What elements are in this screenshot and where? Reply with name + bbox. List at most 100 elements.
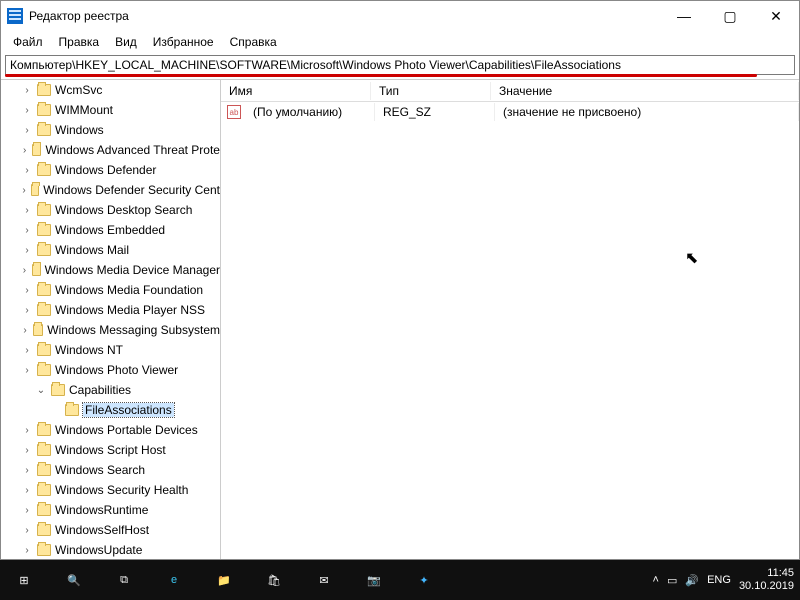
chevron-right-icon[interactable]: › xyxy=(21,364,33,376)
maximize-button[interactable]: ▢ xyxy=(707,1,753,31)
chevron-right-icon[interactable]: › xyxy=(21,84,33,96)
tree-pane[interactable]: ›WcmSvc›WIMMount›Windows›Windows Advance… xyxy=(1,80,221,559)
tree-item-label: Windows Messaging Subsystem xyxy=(47,323,220,337)
tree-item[interactable]: ›Windows Defender xyxy=(1,160,220,180)
chevron-right-icon[interactable]: › xyxy=(21,504,33,516)
tray-speaker-icon[interactable]: 🔊 xyxy=(685,574,699,587)
tree-item[interactable]: ›Windows xyxy=(1,120,220,140)
window-controls: — ▢ ✕ xyxy=(661,1,799,31)
tree-item[interactable]: ›Windows Photo Viewer xyxy=(1,360,220,380)
folder-icon xyxy=(37,304,51,316)
tree-item-label: Windows Search xyxy=(55,463,145,477)
tree-item[interactable]: ›Windows Media Player NSS xyxy=(1,300,220,320)
tree-item-label: Windows Portable Devices xyxy=(55,423,198,437)
folder-icon xyxy=(33,324,43,336)
tree-item[interactable]: ⌄Capabilities xyxy=(1,380,220,400)
tree-item[interactable]: ›Windows Defender Security Cent xyxy=(1,180,220,200)
taskbar-camera-icon[interactable]: 📷 xyxy=(350,560,398,600)
chevron-right-icon[interactable]: › xyxy=(21,104,33,116)
chevron-right-icon[interactable]: › xyxy=(21,424,33,436)
folder-icon xyxy=(37,504,51,516)
start-button[interactable]: ⊞ xyxy=(0,560,48,600)
taskbar-store-icon[interactable]: 🛍 xyxy=(250,560,298,600)
menu-favorites[interactable]: Избранное xyxy=(147,33,220,51)
tree-item[interactable]: › Windows Desktop Search xyxy=(1,200,220,220)
chevron-right-icon[interactable]: › xyxy=(21,444,33,456)
tree-item[interactable]: ›Windows Media Foundation xyxy=(1,280,220,300)
tree-item[interactable]: ›Windows NT xyxy=(1,340,220,360)
folder-icon xyxy=(37,464,51,476)
chevron-right-icon[interactable]: › xyxy=(21,464,33,476)
chevron-right-icon[interactable] xyxy=(49,404,61,416)
chevron-right-icon[interactable]: › xyxy=(21,344,33,356)
list-header: Имя Тип Значение xyxy=(221,80,799,102)
menu-view[interactable]: Вид xyxy=(109,33,143,51)
tree-item-label: Windows Script Host xyxy=(55,443,166,457)
content-area: ›WcmSvc›WIMMount›Windows›Windows Advance… xyxy=(1,79,799,559)
taskbar-search-button[interactable]: 🔍 xyxy=(50,560,98,600)
list-row[interactable]: ab(По умолчанию)REG_SZ(значение не присв… xyxy=(221,102,799,122)
tree-item[interactable]: FileAssociations xyxy=(1,400,220,420)
tree-item[interactable]: ›Windows Media Device Manager xyxy=(1,260,220,280)
chevron-right-icon[interactable]: › xyxy=(21,164,33,176)
chevron-right-icon[interactable]: › xyxy=(21,264,28,276)
chevron-right-icon[interactable]: › xyxy=(21,484,33,496)
tree-item[interactable]: › WIMMount xyxy=(1,100,220,120)
tree-item[interactable]: › WindowsUpdate xyxy=(1,540,220,559)
folder-icon xyxy=(51,384,65,396)
col-type[interactable]: Тип xyxy=(371,82,491,100)
tree-item-label: FileAssociations xyxy=(83,403,174,417)
tray-chevron-icon[interactable]: ˄ xyxy=(653,574,659,586)
chevron-right-icon[interactable]: › xyxy=(21,524,33,536)
chevron-right-icon[interactable]: › xyxy=(21,184,27,196)
tray-language[interactable]: ENG xyxy=(707,574,731,586)
tree-item[interactable]: ›Windows Embedded xyxy=(1,220,220,240)
registry-editor-window: Редактор реестра — ▢ ✕ Файл Правка Вид И… xyxy=(0,0,800,560)
chevron-down-icon[interactable]: ⌄ xyxy=(35,384,47,396)
close-button[interactable]: ✕ xyxy=(753,1,799,31)
chevron-right-icon[interactable]: › xyxy=(21,284,33,296)
tree-item-label: WIMMount xyxy=(55,103,113,117)
chevron-right-icon[interactable]: › xyxy=(21,144,28,156)
folder-icon xyxy=(65,404,79,416)
folder-icon xyxy=(37,544,51,556)
chevron-right-icon[interactable]: › xyxy=(21,124,33,136)
tree-item[interactable]: ›WindowsRuntime xyxy=(1,500,220,520)
menu-file[interactable]: Файл xyxy=(7,33,49,51)
chevron-right-icon[interactable]: › xyxy=(21,244,33,256)
tray-battery-icon[interactable]: ▭ xyxy=(667,574,677,587)
chevron-right-icon[interactable]: › xyxy=(21,304,33,316)
tree-item[interactable]: › Windows Portable Devices xyxy=(1,420,220,440)
tree-item[interactable]: › Windows Messaging Subsystem xyxy=(1,320,220,340)
taskbar-app-icon[interactable]: ✦ xyxy=(400,560,448,600)
tree-item[interactable]: › Windows Mail xyxy=(1,240,220,260)
folder-icon xyxy=(31,184,39,196)
taskbar-edge-icon[interactable]: e xyxy=(150,560,198,600)
tree-item[interactable]: ›WcmSvc xyxy=(1,80,220,100)
tree-item[interactable]: › Windows Script Host xyxy=(1,440,220,460)
titlebar: Редактор реестра — ▢ ✕ xyxy=(1,1,799,31)
col-value[interactable]: Значение xyxy=(491,82,799,100)
folder-icon xyxy=(37,164,51,176)
taskbar-clock[interactable]: 11:45 30.10.2019 xyxy=(739,567,794,593)
tree-item-label: Windows Mail xyxy=(55,243,129,257)
tree-item-label: Windows Desktop Search xyxy=(55,203,192,217)
minimize-button[interactable]: — xyxy=(661,1,707,31)
address-input[interactable] xyxy=(5,55,795,75)
tree-item[interactable]: › Windows Search xyxy=(1,460,220,480)
taskview-button[interactable]: ⧉ xyxy=(100,560,148,600)
col-name[interactable]: Имя xyxy=(221,82,371,100)
tree-item[interactable]: ›WindowsSelfHost xyxy=(1,520,220,540)
chevron-right-icon[interactable]: › xyxy=(21,204,33,216)
tree-item-label: WindowsUpdate xyxy=(55,543,142,557)
taskbar-explorer-icon[interactable]: 📁 xyxy=(200,560,248,600)
taskbar-mail-icon[interactable]: ✉ xyxy=(300,560,348,600)
chevron-right-icon[interactable]: › xyxy=(21,544,33,556)
menu-help[interactable]: Справка xyxy=(224,33,283,51)
menu-edit[interactable]: Правка xyxy=(53,33,106,51)
chevron-right-icon[interactable]: › xyxy=(21,224,33,236)
folder-icon xyxy=(37,484,51,496)
tree-item[interactable]: ›Windows Advanced Threat Prote xyxy=(1,140,220,160)
tree-item[interactable]: ›Windows Security Health xyxy=(1,480,220,500)
chevron-right-icon[interactable]: › xyxy=(21,324,29,336)
